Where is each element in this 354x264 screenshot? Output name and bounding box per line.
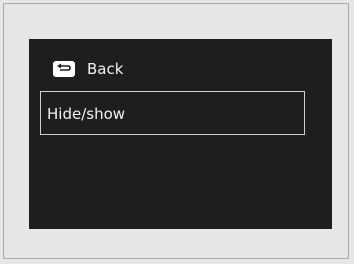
return-arrow-icon: [53, 61, 75, 77]
display-screen: Back Hide/show: [29, 39, 332, 229]
back-label: Back: [87, 60, 124, 78]
menu-item-label: Hide/show: [47, 105, 126, 123]
menu-item-hide-show[interactable]: Hide/show: [40, 91, 305, 135]
back-button[interactable]: Back: [53, 59, 123, 79]
